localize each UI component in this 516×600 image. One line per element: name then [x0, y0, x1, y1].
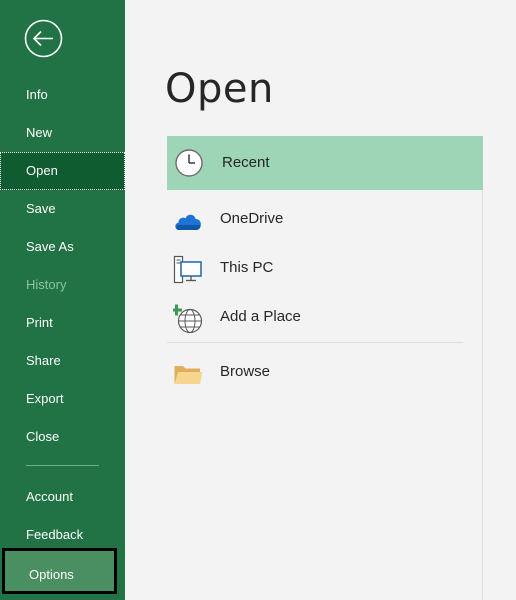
- nav-options[interactable]: Options: [2, 548, 117, 594]
- location-add-place[interactable]: Add a Place: [167, 292, 483, 341]
- location-browse[interactable]: Browse: [167, 347, 483, 396]
- back-arrow-icon: [24, 19, 63, 58]
- nav-save-as[interactable]: Save As: [0, 228, 125, 266]
- back-button[interactable]: [24, 19, 63, 58]
- page-title: Open: [165, 66, 274, 112]
- nav-print[interactable]: Print: [0, 304, 125, 342]
- sidebar-divider: [26, 465, 99, 466]
- open-pane: Open Recent OneDrive This PC Add a Place…: [125, 0, 516, 600]
- location-recent[interactable]: Recent: [167, 136, 483, 190]
- location-divider: [167, 342, 463, 343]
- nav-new[interactable]: New: [0, 114, 125, 152]
- location-onedrive[interactable]: OneDrive: [167, 194, 483, 243]
- nav-history: History: [26, 277, 67, 292]
- nav-export[interactable]: Export: [0, 380, 125, 418]
- location-label: This PC: [220, 259, 274, 276]
- location-label: Add a Place: [220, 308, 301, 325]
- backstage-sidebar: Info New Open Save Save As History Print…: [0, 0, 125, 600]
- nav-account[interactable]: Account: [0, 478, 125, 516]
- computer-icon: [173, 255, 202, 284]
- location-label: Recent: [222, 154, 270, 171]
- nav-info[interactable]: Info: [0, 76, 125, 114]
- add-place-globe-icon: [173, 304, 203, 334]
- location-this-pc[interactable]: This PC: [167, 243, 483, 292]
- nav-save[interactable]: Save: [0, 190, 125, 228]
- nav-share[interactable]: Share: [0, 342, 125, 380]
- location-label: OneDrive: [220, 210, 284, 227]
- nav-close[interactable]: Close: [0, 418, 125, 456]
- clock-icon: [175, 149, 203, 177]
- nav-open[interactable]: Open: [0, 152, 125, 190]
- location-label: Browse: [220, 363, 271, 380]
- folder-icon: [174, 366, 203, 384]
- cloud-icon: [175, 214, 201, 230]
